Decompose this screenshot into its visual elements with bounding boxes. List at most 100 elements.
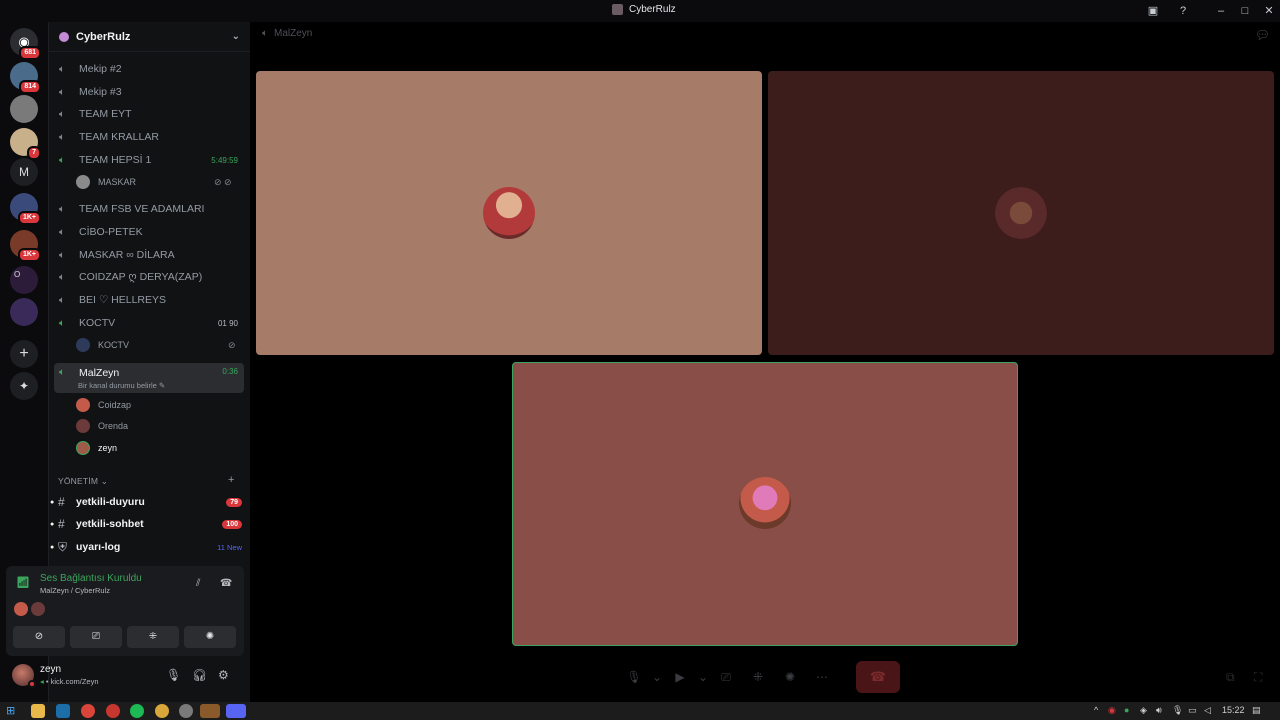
- connection-location[interactable]: MalZeyn / CyberRulz: [40, 586, 110, 595]
- server-icon[interactable]: 7: [10, 128, 41, 160]
- camera-off-button[interactable]: ⊘: [13, 626, 65, 648]
- channel-name: TEAM KRALLAR: [79, 131, 159, 143]
- tray-icon[interactable]: ◉: [1108, 705, 1116, 716]
- window-title-text: CyberRulz: [629, 4, 676, 15]
- speaker-icon: 🔈︎: [59, 108, 65, 120]
- share-screen-icon[interactable]: ⎚: [710, 670, 742, 685]
- noise-suppression-icon[interactable]: ⫽: [196, 578, 200, 589]
- disconnect-icon[interactable]: ☎: [220, 578, 232, 589]
- app-icon[interactable]: [179, 704, 193, 718]
- speaker-icon[interactable]: ◁: [1204, 705, 1211, 716]
- maximize-button[interactable]: □: [1236, 2, 1254, 20]
- unread-indicator: ●: [50, 520, 55, 528]
- voice-member[interactable]: Orenda: [76, 417, 128, 435]
- video-tile-speaking[interactable]: [512, 362, 1018, 646]
- add-channel-icon[interactable]: +: [228, 474, 234, 486]
- voice-member[interactable]: KOCTV: [76, 336, 129, 354]
- steam-icon[interactable]: [56, 704, 70, 718]
- microphone-icon[interactable]: 🎙︎: [166, 668, 181, 682]
- video-tile[interactable]: [256, 71, 762, 355]
- server-icon[interactable]: M: [10, 158, 38, 186]
- status-dnd-icon: [28, 680, 36, 688]
- chevron-down-icon[interactable]: ⌄: [696, 670, 710, 684]
- home-button[interactable]: ◉ 681: [10, 28, 41, 60]
- text-channel[interactable]: ● ⛨ uyarı-log 11 New: [50, 537, 246, 557]
- opera-icon[interactable]: [106, 704, 120, 718]
- voice-member[interactable]: MASKAR: [76, 173, 136, 191]
- soundboard-icon[interactable]: ✺: [774, 670, 806, 684]
- more-icon[interactable]: ⋯: [806, 670, 838, 684]
- activities-button[interactable]: ⁜: [127, 626, 179, 648]
- popout-icon[interactable]: ⧉: [1226, 670, 1235, 685]
- voice-channel[interactable]: 🔈︎ CİBO-PETEK: [54, 222, 244, 242]
- disconnect-button[interactable]: ☎: [856, 661, 900, 693]
- notification-icon[interactable]: ▤: [1252, 705, 1261, 716]
- soundboard-button[interactable]: ✺: [184, 626, 236, 648]
- signal-icon[interactable]: 📶︎: [16, 576, 30, 589]
- volume-icon[interactable]: 🔊︎: [1156, 705, 1162, 716]
- inbox-icon[interactable]: ▣: [1144, 2, 1162, 20]
- minimize-button[interactable]: –: [1212, 2, 1230, 20]
- server-icon[interactable]: 1K+: [10, 193, 41, 225]
- network-icon[interactable]: ▭: [1188, 705, 1197, 716]
- channel-name: MASKAR ∞ DİLARA: [79, 249, 175, 261]
- voice-channel[interactable]: 🔈︎ COIDZAP ღ DERYA(ZAP): [54, 267, 244, 287]
- spotify-icon[interactable]: [130, 704, 144, 718]
- browser-icon[interactable]: [155, 704, 169, 718]
- voice-channel[interactable]: 🔈︎ TEAM FSB VE ADAMLARI: [54, 199, 244, 219]
- taskbar: ⊞ ^ ◉ ● ◈ 🔊︎ 🎙︎ ▭ ◁ 15:22 ▤: [0, 702, 1280, 720]
- camera-icon[interactable]: ▶: [664, 670, 696, 684]
- channel-name: uyarı-log: [76, 541, 121, 553]
- speaker-icon: 🔈︎: [59, 367, 65, 378]
- tray-icon[interactable]: ●: [1124, 705, 1129, 715]
- member-name: Orenda: [98, 421, 129, 431]
- clock[interactable]: 15:22: [1222, 705, 1245, 715]
- fullscreen-icon[interactable]: ⛶: [1254, 670, 1262, 685]
- voice-channel[interactable]: 🔈︎ Mekip #2: [54, 59, 244, 79]
- avatar: [76, 338, 90, 352]
- server-icon[interactable]: 814: [10, 62, 41, 94]
- windows-start-icon[interactable]: ⊞: [6, 704, 20, 718]
- microphone-icon[interactable]: 🎙︎: [1172, 705, 1183, 716]
- discover-icon[interactable]: ✦: [10, 372, 38, 400]
- add-server-icon[interactable]: +: [10, 340, 38, 368]
- voice-member[interactable]: Coidzap: [76, 396, 131, 414]
- voice-channel[interactable]: 🔈︎ BEI ♡ HELLREYS: [54, 290, 244, 310]
- close-button[interactable]: ✕: [1260, 2, 1278, 20]
- category-header[interactable]: YÖNETİM ⌄: [58, 476, 108, 487]
- gear-icon[interactable]: ⚙: [218, 668, 229, 682]
- file-explorer-icon[interactable]: [31, 704, 45, 718]
- server-icon[interactable]: O: [10, 266, 38, 294]
- server-icon[interactable]: [10, 95, 38, 123]
- voice-channel[interactable]: 🔈︎ MASKAR ∞ DİLARA: [54, 245, 244, 265]
- chevron-down-icon[interactable]: ⌄: [650, 670, 664, 684]
- video-tile[interactable]: [768, 71, 1274, 355]
- text-channel[interactable]: ● # yetkili-duyuru 79: [50, 492, 246, 512]
- microphone-icon[interactable]: 🎙︎: [618, 670, 650, 684]
- channel-status-hint[interactable]: Bir kanal durumu belirle ✎: [78, 381, 165, 390]
- voice-channel[interactable]: 🔈︎ TEAM KRALLAR: [54, 127, 244, 147]
- voice-channel[interactable]: 🔈︎ KOCTV 01 90: [54, 313, 244, 333]
- avatar: [14, 602, 28, 616]
- share-screen-button[interactable]: ⎚: [70, 626, 122, 648]
- tray-icon[interactable]: ◈: [1140, 705, 1147, 716]
- server-icon[interactable]: [10, 298, 38, 326]
- voice-member[interactable]: zeyn: [76, 439, 117, 457]
- voice-channel-active[interactable]: 🔈︎ MalZeyn 0:36 Bir kanal durumu belirle…: [54, 363, 244, 393]
- channel-name: MalZeyn: [79, 367, 120, 379]
- tray-overflow-icon[interactable]: ^: [1094, 705, 1098, 715]
- chat-icon[interactable]: 💬︎: [1255, 28, 1270, 42]
- server-icon[interactable]: 1K+: [10, 230, 41, 262]
- chrome-icon[interactable]: [81, 704, 95, 718]
- custom-status-text: kick.com/Zeyn: [50, 677, 99, 686]
- voice-channel[interactable]: 🔈︎ Mekip #3: [54, 82, 244, 102]
- help-icon[interactable]: ?: [1174, 2, 1192, 20]
- voice-channel[interactable]: 🔈︎ TEAM HEPSİ 1 5:49:59: [54, 150, 244, 170]
- steam-active-icon[interactable]: [200, 704, 220, 718]
- headphones-icon[interactable]: 🎧︎: [192, 668, 207, 682]
- activities-icon[interactable]: ⁜: [742, 670, 774, 684]
- voice-channel[interactable]: 🔈︎ TEAM EYT: [54, 104, 244, 124]
- text-channel[interactable]: ● # yetkili-sohbet 100: [50, 514, 246, 534]
- guild-header[interactable]: CyberRulz ⌄: [49, 22, 250, 52]
- discord-active-icon[interactable]: [226, 704, 246, 718]
